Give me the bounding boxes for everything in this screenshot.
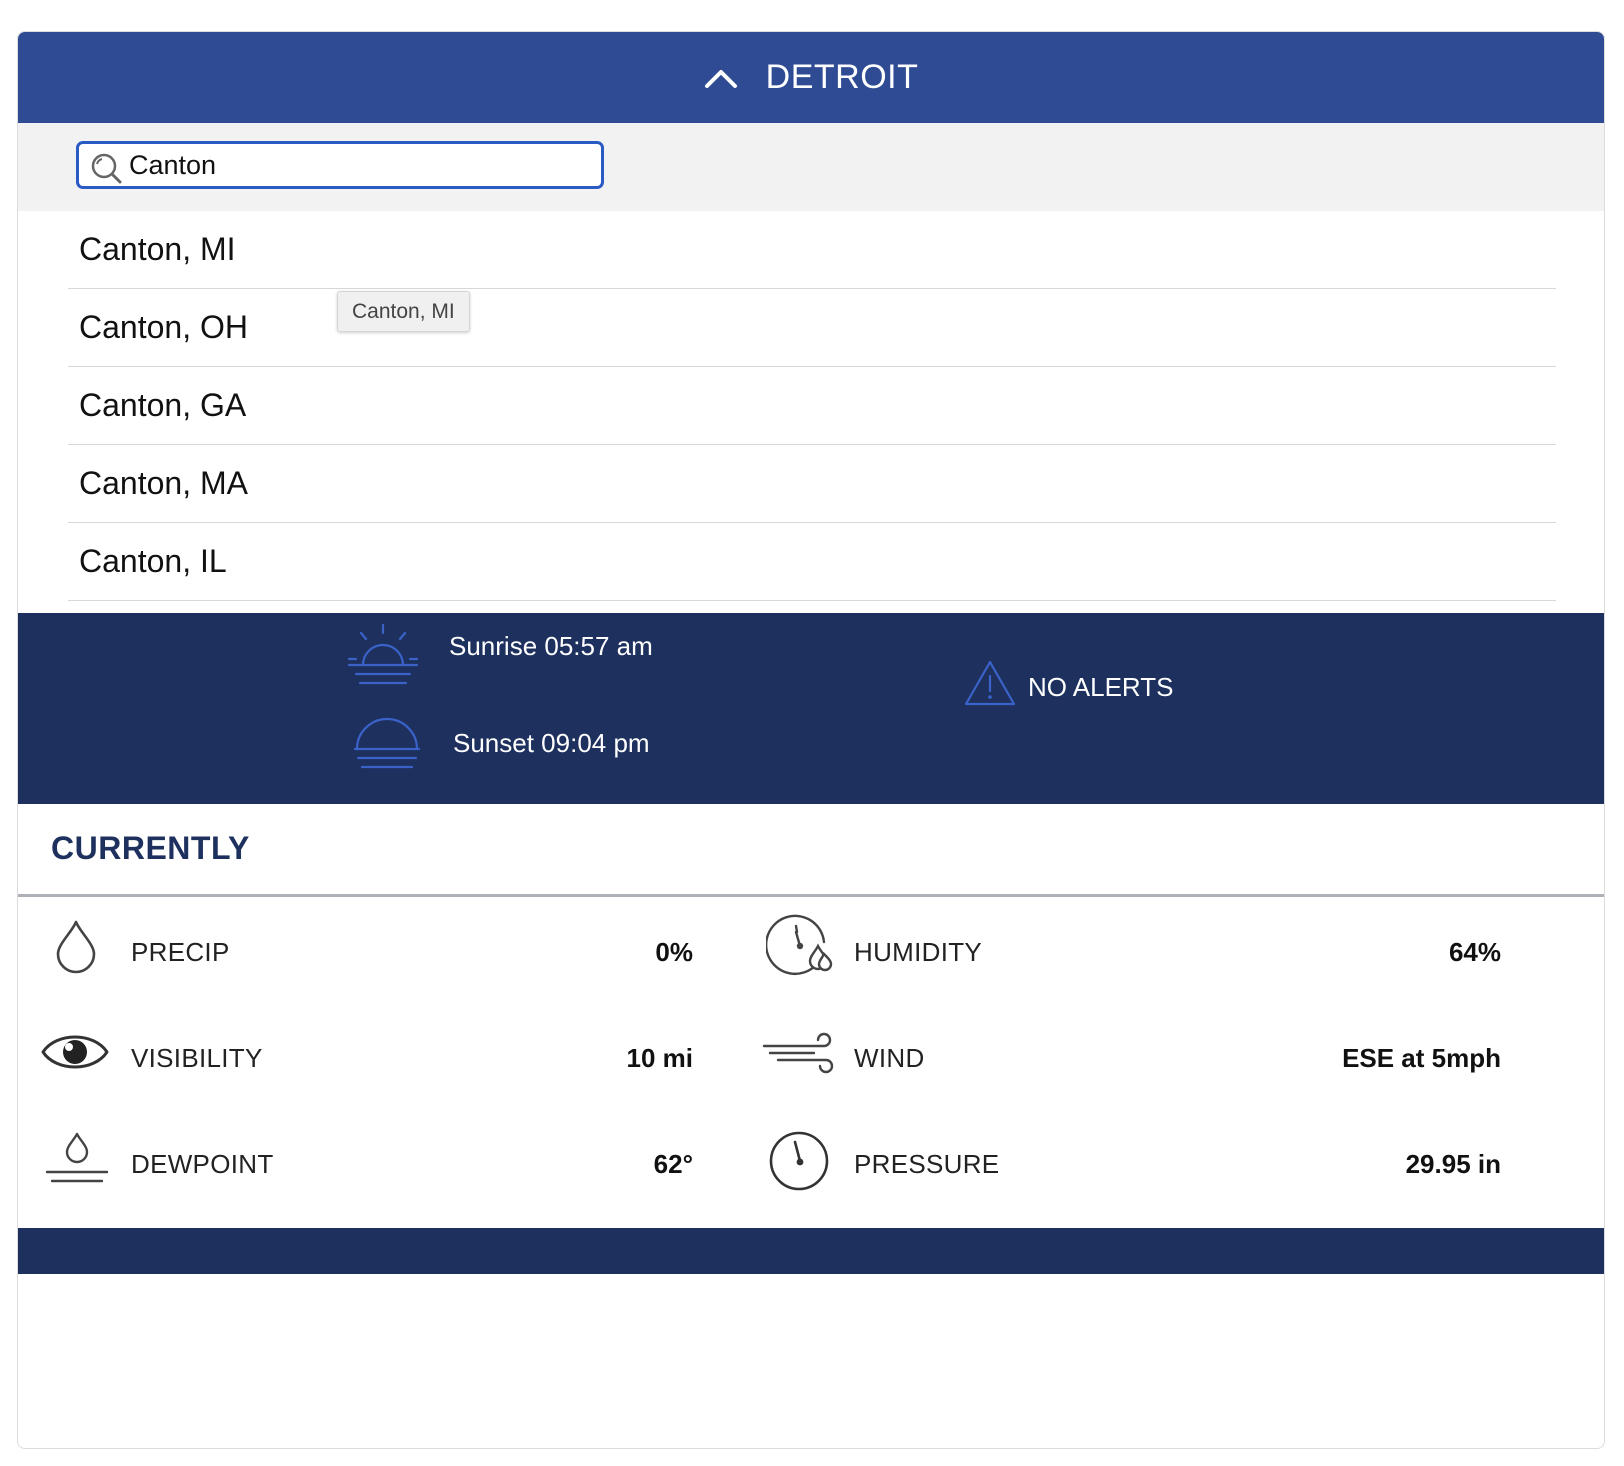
dewpoint-value: 62°: [653, 1149, 693, 1179]
pressure-value: 29.95 in: [1405, 1149, 1501, 1179]
sunset-time: Sunset 09:04 pm: [453, 728, 650, 758]
alerts-status: NO ALERTS: [1028, 672, 1174, 702]
search-result-item[interactable]: Canton, OH: [68, 289, 1556, 367]
search-input[interactable]: [129, 148, 589, 182]
eye-icon: [41, 1035, 109, 1069]
alert-triangle-icon: [964, 660, 1016, 706]
sunrise-time: Sunrise 05:57 am: [449, 631, 653, 661]
pressure-gauge-icon: [769, 1131, 829, 1191]
visibility-label: VISIBILITY: [131, 1043, 263, 1073]
result-label: Canton, IL: [79, 543, 227, 579]
search-result-item[interactable]: Canton, MI: [68, 211, 1556, 289]
humidity-gauge-icon: [766, 914, 833, 976]
search-field[interactable]: [76, 141, 604, 189]
footer-band: [18, 1228, 1604, 1274]
wind-value: ESE at 5mph: [1342, 1043, 1501, 1073]
weather-widget: DETROIT Canton, MI Canton, OH Canton, GA…: [17, 31, 1605, 1449]
section-divider: [18, 894, 1604, 897]
result-label: Canton, GA: [79, 387, 247, 423]
search-result-item[interactable]: Canton, MA: [68, 445, 1556, 523]
result-label: Canton, MI: [79, 231, 236, 267]
search-result-item[interactable]: Canton, IL: [68, 523, 1556, 601]
wind-label: WIND: [854, 1043, 925, 1073]
dewpoint-label: DEWPOINT: [131, 1149, 274, 1179]
autocomplete-tooltip: Canton, MI: [337, 291, 470, 332]
visibility-value: 10 mi: [626, 1043, 694, 1073]
sunset-icon: [353, 717, 421, 769]
result-label: Canton, OH: [79, 309, 248, 345]
precip-value: 0%: [655, 937, 693, 967]
sunrise-icon: [347, 623, 419, 685]
wind-icon: [762, 1032, 834, 1074]
chevron-up-icon: [704, 69, 737, 88]
search-icon: [91, 153, 122, 184]
dewpoint-icon: [45, 1132, 109, 1183]
location-header-toggle[interactable]: DETROIT: [18, 32, 1604, 123]
humidity-label: HUMIDITY: [854, 937, 983, 967]
precip-label: PRECIP: [131, 937, 230, 967]
result-label: Canton, MA: [79, 465, 248, 501]
search-result-item[interactable]: Canton, GA: [68, 367, 1556, 445]
sun-alerts-band: Sunrise 05:57 am Sunset 09:04 pm NO ALER…: [18, 613, 1604, 804]
droplet-icon: [56, 920, 96, 974]
pressure-label: PRESSURE: [854, 1149, 1000, 1179]
search-results-list: Canton, MI Canton, OH Canton, GA Canton,…: [18, 211, 1604, 601]
location-title: DETROIT: [765, 58, 919, 96]
currently-heading: CURRENTLY: [51, 830, 250, 866]
humidity-value: 64%: [1448, 937, 1501, 967]
search-bar: [18, 123, 1604, 211]
